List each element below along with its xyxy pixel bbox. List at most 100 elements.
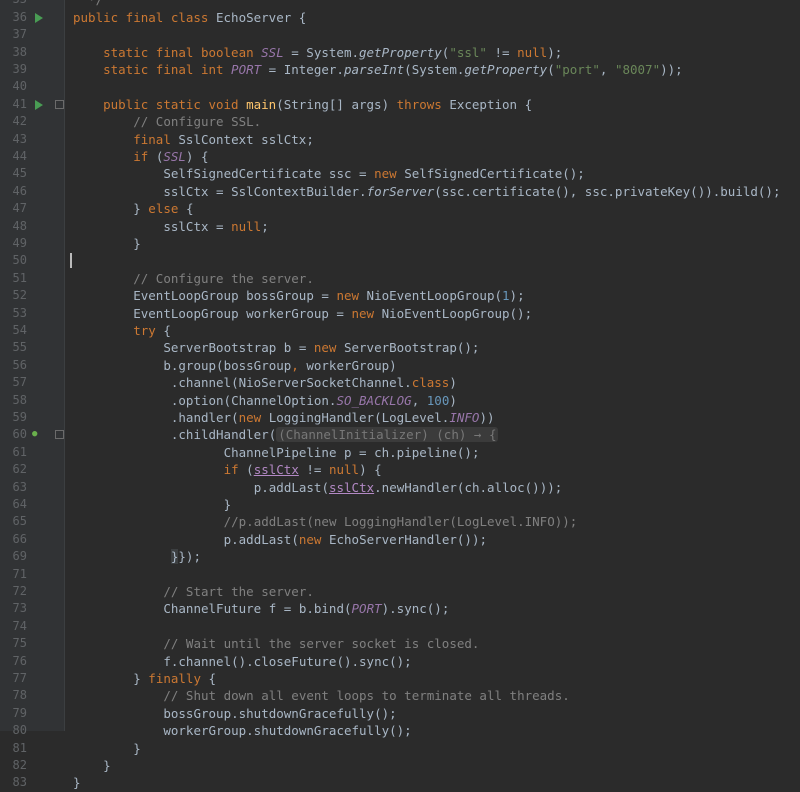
- code-line[interactable]: ChannelPipeline p = ch.pipeline();: [65, 444, 800, 461]
- gutter-line: 41: [0, 96, 64, 113]
- code-line[interactable]: // Start the server.: [65, 583, 800, 600]
- gutter-line: 40: [0, 78, 64, 95]
- code-line[interactable]: // Wait until the server socket is close…: [65, 635, 800, 652]
- code-line[interactable]: }: [65, 757, 800, 774]
- code-line[interactable]: [65, 566, 800, 583]
- fold-toggle-icon[interactable]: [55, 430, 64, 440]
- code-token: SSL: [261, 44, 284, 60]
- code-token: sslCtx: [253, 462, 299, 478]
- line-number: 65: [12, 514, 27, 529]
- code-token: }: [73, 775, 81, 791]
- code-token: ) {: [359, 462, 382, 478]
- code-text: public final class EchoServer {: [73, 9, 306, 26]
- code-line[interactable]: // Configure SSL.: [65, 113, 800, 130]
- line-number-gutter: 3536 37 38 39 40 41 42 43 44 45 46 47 48 49 50 51 52 53 54…: [0, 0, 65, 789]
- code-token: //p.addLast(new LoggingHandler(LogLevel.…: [223, 514, 578, 530]
- override-icon[interactable]: ●: [32, 429, 42, 439]
- gutter-line: 46: [0, 183, 64, 200]
- run-icon[interactable]: [35, 12, 43, 23]
- code-line[interactable]: static final boolean SSL = System.getPro…: [65, 44, 800, 61]
- code-text: EventLoopGroup bossGroup = new NioEventL…: [133, 287, 524, 304]
- code-line[interactable]: EventLoopGroup workerGroup = new NioEven…: [65, 305, 800, 322]
- code-line[interactable]: try {: [65, 322, 800, 339]
- code-line[interactable]: public static void main(String[] args) t…: [65, 96, 800, 113]
- code-token: ChannelFuture f = b.bind(: [163, 601, 352, 617]
- code-line[interactable]: // Shut down all event loops to terminat…: [65, 687, 800, 704]
- code-token: (ssc.certificate(), ssc.privateKey()).bu…: [434, 183, 781, 199]
- code-text: sslCtx = SslContextBuilder.forServer(ssc…: [163, 183, 780, 200]
- code-token: parseInt: [343, 61, 405, 77]
- code-token: (ChannelInitializer) (ch) → {: [276, 427, 499, 443]
- code-line[interactable]: [65, 26, 800, 43]
- code-line[interactable]: .childHandler((ChannelInitializer) (ch) …: [65, 426, 800, 443]
- line-number: 56: [12, 357, 27, 372]
- code-line[interactable]: }: [65, 235, 800, 252]
- code-line[interactable]: } finally {: [65, 670, 800, 687]
- line-number: 45: [12, 166, 27, 181]
- line-number: 37: [12, 27, 27, 42]
- code-token: .option(ChannelOption.: [170, 392, 337, 408]
- code-line[interactable]: ChannelFuture f = b.bind(PORT).sync();: [65, 600, 800, 617]
- code-line[interactable]: // Configure the server.: [65, 270, 800, 287]
- code-token: PORT: [231, 61, 262, 77]
- code-token: );: [547, 44, 563, 60]
- line-number: 41: [12, 96, 27, 111]
- code-token: }: [103, 757, 111, 773]
- line-number: 72: [12, 583, 27, 598]
- code-line[interactable]: bossGroup.shutdownGracefully();: [65, 705, 800, 722]
- code-line[interactable]: public final class EchoServer {: [65, 9, 800, 26]
- code-token: "8007": [614, 61, 661, 77]
- code-line[interactable]: } else {: [65, 200, 800, 217]
- code-line[interactable]: static final int PORT = Integer.parseInt…: [65, 61, 800, 78]
- code-token: null: [328, 462, 360, 478]
- code-line[interactable]: [65, 252, 800, 269]
- code-token: SelfSignedCertificate();: [404, 166, 585, 182]
- code-line[interactable]: */: [65, 0, 800, 9]
- code-token: ): [449, 375, 457, 391]
- code-text: b.group(bossGroup, workerGroup): [163, 357, 396, 374]
- code-area[interactable]: */public final class EchoServer { static …: [65, 0, 800, 790]
- code-token: (: [246, 462, 254, 478]
- code-line[interactable]: }});: [65, 548, 800, 565]
- gutter-line: 57: [0, 374, 64, 391]
- code-editor[interactable]: 3536 37 38 39 40 41 42 43 44 45 46 47 48 49 50 51 52 53 54…: [0, 0, 800, 790]
- code-token: final: [133, 131, 179, 147]
- code-line[interactable]: final SslContext sslCtx;: [65, 131, 800, 148]
- gutter-line: 49: [0, 235, 64, 252]
- code-token: });: [178, 549, 201, 565]
- code-line[interactable]: p.addLast(new EchoServerHandler());: [65, 531, 800, 548]
- code-line[interactable]: [65, 618, 800, 635]
- code-token: "port": [554, 61, 600, 77]
- run-icon[interactable]: [35, 99, 43, 110]
- line-number: 44: [12, 148, 27, 163]
- code-line[interactable]: ServerBootstrap b = new ServerBootstrap(…: [65, 339, 800, 356]
- code-line[interactable]: sslCtx = null;: [65, 218, 800, 235]
- gutter-line: 37: [0, 26, 64, 43]
- code-line[interactable]: p.addLast(sslCtx.newHandler(ch.alloc()))…: [65, 479, 800, 496]
- code-line[interactable]: .channel(NioServerSocketChannel.class): [65, 374, 800, 391]
- code-line[interactable]: SelfSignedCertificate ssc = new SelfSign…: [65, 165, 800, 182]
- code-text: .handler(new LoggingHandler(LogLevel.INF…: [171, 409, 495, 426]
- code-line[interactable]: .option(ChannelOption.SO_BACKLOG, 100): [65, 392, 800, 409]
- code-line[interactable]: if (SSL) {: [65, 148, 800, 165]
- code-line[interactable]: sslCtx = SslContextBuilder.forServer(ssc…: [65, 183, 800, 200]
- code-line[interactable]: if (sslCtx != null) {: [65, 461, 800, 478]
- code-token: !=: [298, 462, 329, 478]
- code-line[interactable]: .handler(new LoggingHandler(LogLevel.INF…: [65, 409, 800, 426]
- code-text: .childHandler((ChannelInitializer) (ch) …: [171, 426, 499, 443]
- code-line[interactable]: }: [65, 496, 800, 513]
- code-line[interactable]: f.channel().closeFuture().sync();: [65, 653, 800, 670]
- code-text: p.addLast(sslCtx.newHandler(ch.alloc()))…: [254, 479, 563, 496]
- code-line[interactable]: //p.addLast(new LoggingHandler(LogLevel.…: [65, 513, 800, 530]
- code-line[interactable]: b.group(bossGroup, workerGroup): [65, 357, 800, 374]
- fold-toggle-icon[interactable]: [55, 99, 64, 109]
- code-line[interactable]: EventLoopGroup bossGroup = new NioEventL…: [65, 287, 800, 304]
- code-text: EventLoopGroup workerGroup = new NioEven…: [133, 305, 532, 322]
- code-token: EchoServer {: [216, 9, 307, 25]
- code-line[interactable]: [65, 78, 800, 95]
- line-number: 54: [12, 322, 27, 337]
- code-line[interactable]: }: [65, 774, 800, 791]
- code-token: ,: [291, 357, 307, 373]
- code-text: ChannelFuture f = b.bind(PORT).sync();: [163, 600, 449, 617]
- code-line[interactable]: }: [65, 740, 800, 757]
